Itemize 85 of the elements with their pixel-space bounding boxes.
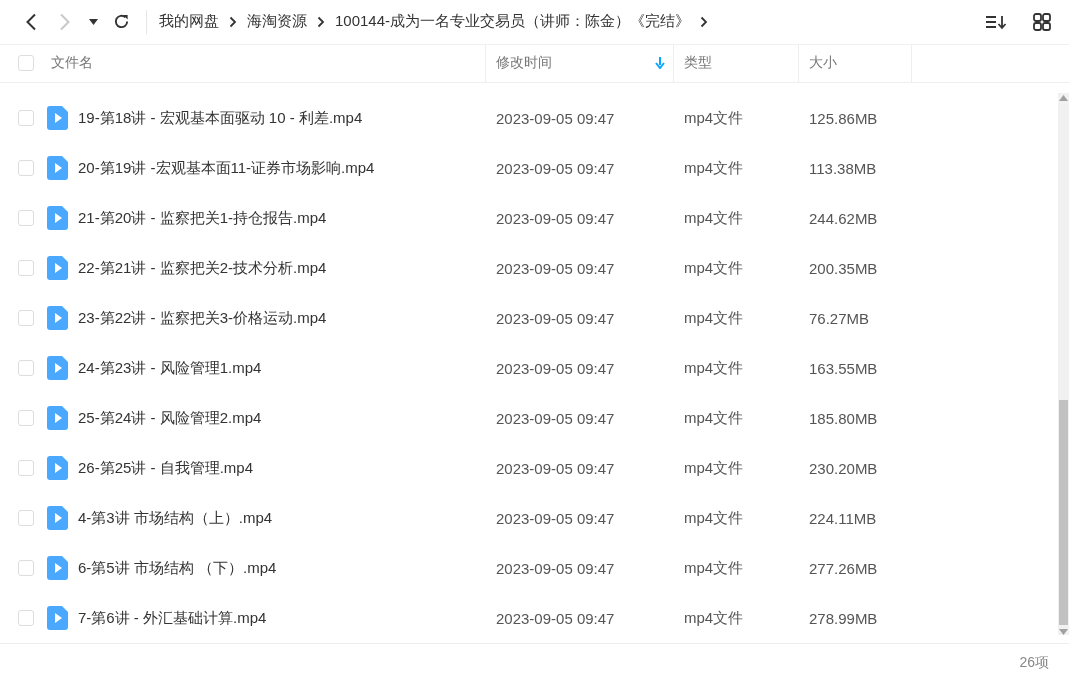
file-size: 76.27MB [808, 309, 871, 327]
file-name[interactable]: 24-第23讲 - 风险管理1.mp4 [68, 358, 262, 378]
column-header[interactable]: 大小 [809, 54, 837, 73]
video-file-icon [47, 406, 68, 431]
file-name[interactable]: 22-第21讲 - 监察把关2-技术分析.mp4 [68, 258, 327, 278]
row-checkbox[interactable] [18, 160, 34, 177]
file-name[interactable]: 6-第5讲 市场结构 （下）.mp4 [68, 558, 277, 578]
file-size: 230.20MB [808, 459, 879, 477]
breadcrumb-item[interactable]: 我的网盘 [159, 12, 219, 32]
scroll-down-icon[interactable] [1059, 629, 1068, 636]
video-file-icon [47, 556, 68, 581]
row-checkbox[interactable] [18, 310, 34, 327]
refresh-icon [112, 13, 130, 31]
breadcrumb-item[interactable]: 100144-成为一名专业交易员（讲师：陈金）《完结》 [335, 12, 691, 32]
video-file-icon [47, 256, 68, 281]
file-type: mp4文件 [683, 408, 745, 428]
file-name[interactable]: 26-第25讲 - 自我管理.mp4 [68, 458, 254, 478]
chevron-icon [229, 15, 237, 28]
file-name[interactable]: 4-第3讲 市场结构（上）.mp4 [68, 508, 273, 528]
row-checkbox[interactable] [18, 210, 34, 227]
breadcrumb-item[interactable]: 海淘资源 [247, 12, 307, 32]
video-file-icon [47, 456, 68, 481]
row-checkbox[interactable] [18, 460, 34, 477]
modified-time: 2023-09-05 09:47 [495, 559, 616, 577]
row-checkbox[interactable] [18, 260, 34, 277]
column-header[interactable]: 类型 [684, 54, 712, 73]
modified-time: 2023-09-05 09:47 [495, 209, 616, 227]
modified-time: 2023-09-05 09:47 [495, 109, 616, 127]
row-checkbox[interactable] [18, 410, 34, 427]
video-file-icon [47, 106, 68, 131]
modified-time: 2023-09-05 09:47 [495, 159, 616, 177]
modified-time: 2023-09-05 09:47 [495, 409, 616, 427]
file-size: 200.35MB [808, 259, 879, 277]
file-size: 224.11MB [808, 509, 878, 527]
video-file-icon [47, 606, 68, 631]
column-header[interactable]: 修改时间 [496, 54, 552, 73]
file-name[interactable]: 25-第24讲 - 风险管理2.mp4 [68, 408, 262, 428]
file-type: mp4文件 [683, 558, 745, 578]
item-count: 26项 [1019, 654, 1049, 673]
forward-icon [59, 12, 71, 31]
file-name[interactable]: 20-第19讲 -宏观基本面11-证券市场影响.mp4 [68, 158, 375, 178]
file-type: mp4文件 [683, 458, 745, 478]
file-type: mp4文件 [683, 508, 745, 528]
video-file-icon [47, 156, 68, 181]
file-size: 277.26MB [808, 559, 879, 577]
scrollbar[interactable] [1058, 93, 1069, 636]
row-checkbox[interactable] [18, 560, 34, 577]
row-checkbox[interactable] [18, 360, 34, 377]
file-size: 163.55MB [808, 359, 879, 377]
modified-time: 2023-09-05 09:47 [495, 309, 616, 327]
file-name[interactable]: 23-第22讲 - 监察把关3-价格运动.mp4 [68, 308, 327, 328]
modified-time: 2023-09-05 09:47 [495, 359, 616, 377]
video-file-icon [47, 356, 68, 381]
modified-time: 2023-09-05 09:47 [495, 459, 616, 477]
select-all-checkbox[interactable] [18, 55, 34, 72]
file-name[interactable]: 19-第18讲 - 宏观基本面驱动 10 - 利差.mp4 [68, 108, 363, 128]
file-type: mp4文件 [683, 158, 745, 178]
row-checkbox[interactable] [18, 610, 34, 627]
video-file-icon [47, 506, 68, 531]
file-type: mp4文件 [683, 608, 745, 628]
file-name[interactable]: 21-第20讲 - 监察把关1-持仓报告.mp4 [68, 208, 327, 228]
column-header[interactable]: 文件名 [51, 54, 93, 73]
file-type: mp4文件 [683, 358, 745, 378]
video-file-icon [47, 206, 68, 231]
modified-time: 2023-09-05 09:47 [495, 259, 616, 277]
file-size: 185.80MB [808, 409, 879, 427]
caret-icon [88, 18, 98, 25]
file-type: mp4文件 [683, 308, 745, 328]
file-name[interactable]: 7-第6讲 - 外汇基础计算.mp4 [68, 608, 267, 628]
row-checkbox[interactable] [18, 110, 34, 127]
file-type: mp4文件 [683, 258, 745, 278]
modified-time: 2023-09-05 09:47 [495, 609, 616, 627]
file-size: 278.99MB [808, 609, 879, 627]
file-size: 113.38MB [808, 159, 878, 177]
row-checkbox[interactable] [18, 510, 34, 527]
file-type: mp4文件 [683, 208, 745, 228]
file-type: mp4文件 [683, 108, 745, 128]
chevron-icon [700, 15, 709, 28]
video-file-icon [47, 306, 68, 331]
file-size: 244.62MB [808, 209, 879, 227]
chevron-icon [317, 15, 325, 28]
back-icon [25, 12, 37, 31]
file-size: 125.86MB [808, 109, 879, 127]
scroll-up-icon[interactable] [1059, 95, 1068, 102]
modified-time: 2023-09-05 09:47 [495, 509, 616, 527]
